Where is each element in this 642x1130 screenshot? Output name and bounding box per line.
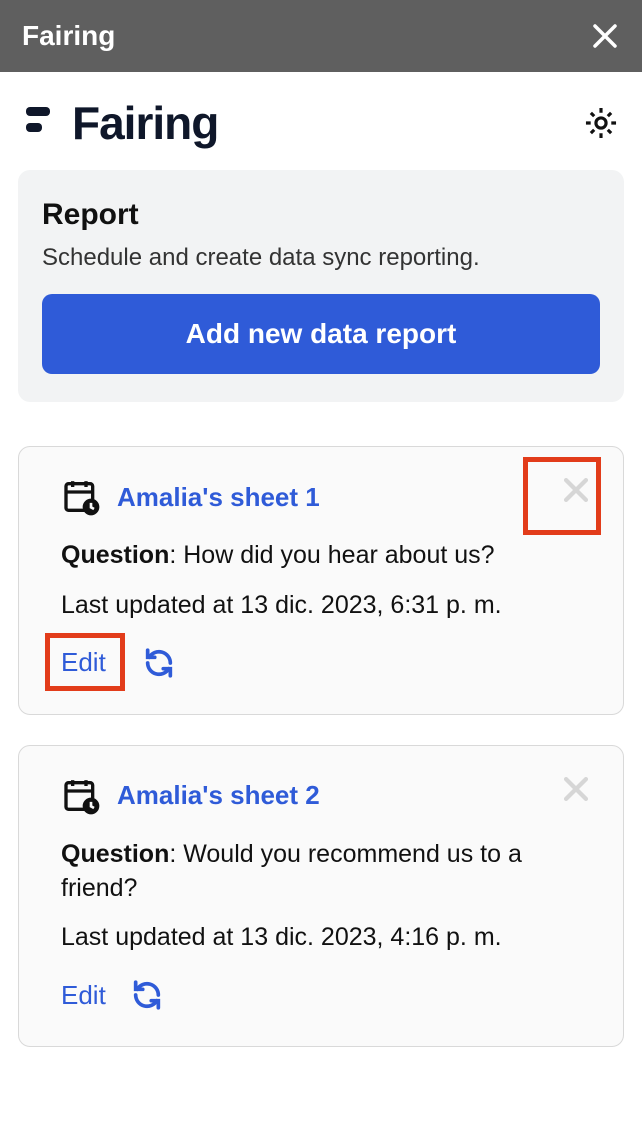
report-panel: Report Schedule and create data sync rep… [18,170,624,402]
brand: Fairing [22,96,218,150]
gear-icon[interactable] [582,104,620,142]
question-line: Question: How did you hear about us? [61,539,581,573]
report-card: Amalia's sheet 2 Question: Would you rec… [18,745,624,1048]
close-icon[interactable] [590,21,620,51]
question-label: Question [61,840,169,868]
add-report-button[interactable]: Add new data report [42,294,600,374]
edit-link[interactable]: Edit [61,980,106,1011]
question-label: Question [61,541,169,569]
delete-report-icon[interactable] [559,772,593,806]
calendar-clock-icon [61,776,101,816]
delete-report-icon[interactable] [559,473,593,507]
report-card: Amalia's sheet 1 Question: How did you h… [18,446,624,715]
brand-row: Fairing [0,72,642,170]
panel-title: Report [42,198,600,232]
question-text: How did you hear about us? [183,541,494,569]
edit-link[interactable]: Edit [61,647,106,677]
titlebar: Fairing [0,0,642,72]
titlebar-title: Fairing [22,20,115,52]
brand-name: Fairing [72,96,218,150]
refresh-icon[interactable] [142,646,176,680]
calendar-clock-icon [61,477,101,517]
updated-line: Last updated at 13 dic. 2023, 6:31 p. m. [61,591,581,620]
question-line: Question: Would you recommend us to a fr… [61,838,581,906]
updated-line: Last updated at 13 dic. 2023, 4:16 p. m. [61,923,581,952]
report-title-link[interactable]: Amalia's sheet 1 [117,482,320,513]
brand-logo-icon [22,101,62,146]
panel-subtitle: Schedule and create data sync reporting. [42,244,600,272]
refresh-icon[interactable] [130,978,164,1012]
report-title-link[interactable]: Amalia's sheet 2 [117,780,320,811]
